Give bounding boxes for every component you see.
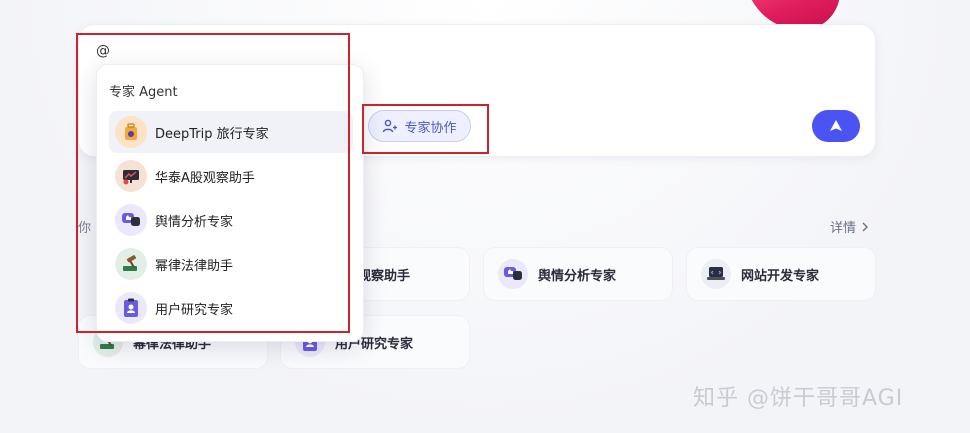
- section-label: 你: [78, 221, 92, 236]
- gavel-icon: [115, 248, 147, 280]
- send-button[interactable]: [812, 110, 860, 142]
- chevron-right-icon: [862, 222, 869, 231]
- suitcase-icon: [115, 116, 147, 148]
- laptop-code-icon: [701, 259, 731, 289]
- composer-input[interactable]: @: [96, 43, 110, 59]
- dropdown-item-huatai[interactable]: 华泰A股观察助手: [109, 155, 353, 197]
- thumbs-chat-icon: [115, 204, 147, 236]
- dropdown-item-legal[interactable]: 幂律法律助手: [109, 243, 353, 285]
- dropdown-item-label: 幂律法律助手: [155, 258, 234, 274]
- expert-card-label: 网站开发专家: [741, 268, 820, 284]
- dropdown-item-sentiment[interactable]: 舆情分析专家: [109, 199, 353, 241]
- dropdown-item-label: 华泰A股观察助手: [155, 170, 255, 186]
- expert-card-label: 舆情分析专家: [538, 268, 617, 284]
- stock-monitor-icon: [115, 160, 147, 192]
- dropdown-item-label: DeepTrip 旅行专家: [155, 126, 269, 142]
- expert-card-sentiment[interactable]: 舆情分析专家: [483, 247, 673, 301]
- users-icon: [383, 119, 398, 133]
- dropdown-item-label: 用户研究专家: [155, 302, 234, 318]
- thumbs-chat-icon: [498, 259, 528, 289]
- send-arrow-icon: [830, 120, 842, 131]
- clipboard-user-icon: [115, 292, 147, 324]
- watermark: 知乎 @饼干哥哥AGI: [693, 386, 904, 411]
- dropdown-item-user-research[interactable]: 用户研究专家: [109, 287, 353, 329]
- dropdown-item-label: 舆情分析专家: [155, 214, 234, 230]
- expert-agent-dropdown[interactable]: 专家 Agent DeepTrip 旅行专家 华泰A股观察助手 舆情分析专家 幂…: [96, 64, 364, 342]
- details-link[interactable]: 详情: [830, 217, 870, 236]
- expert-collab-label: 专家协作: [404, 120, 457, 136]
- details-label: 详情: [830, 221, 857, 236]
- expert-collab-button[interactable]: 专家协作: [368, 110, 471, 142]
- dropdown-header: 专家 Agent: [109, 85, 178, 100]
- dropdown-item-deeptrip[interactable]: DeepTrip 旅行专家: [109, 111, 353, 153]
- expert-card-webdev[interactable]: 网站开发专家: [686, 247, 876, 301]
